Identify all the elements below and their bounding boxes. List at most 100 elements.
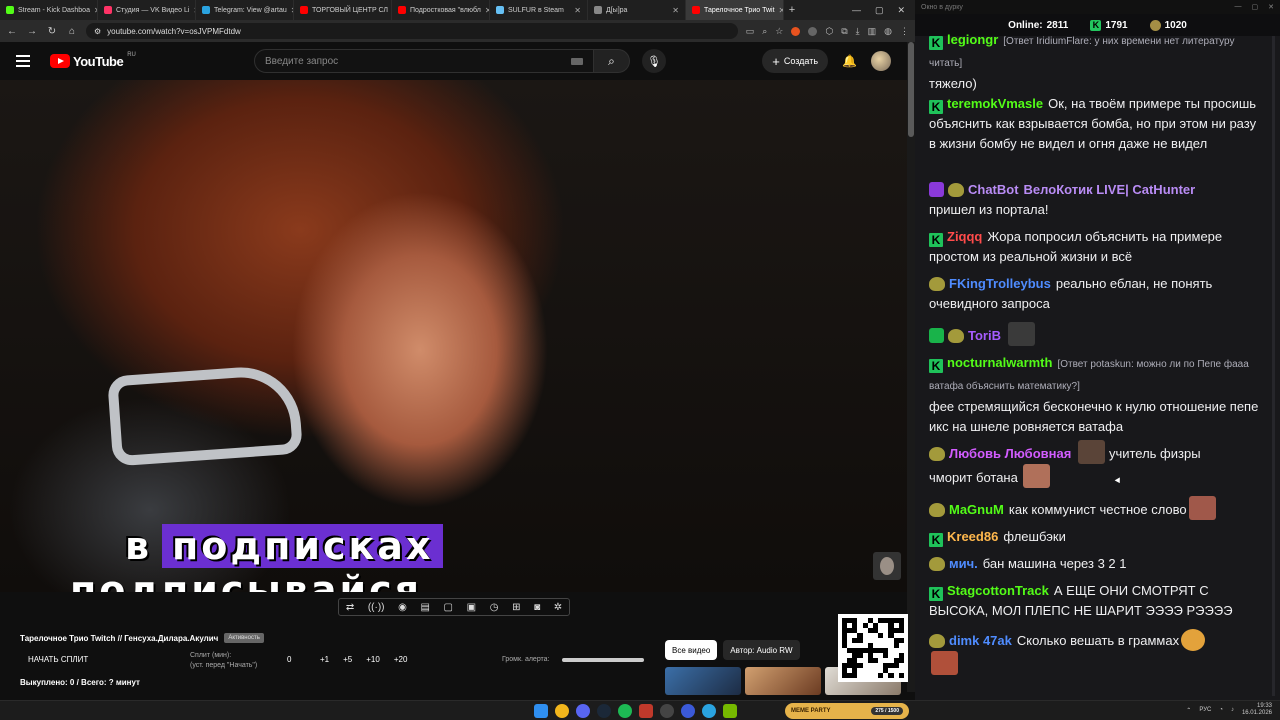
back-icon[interactable]: ← — [6, 26, 18, 37]
minimize-icon[interactable]: — — [1235, 3, 1242, 11]
loop-icon[interactable]: ⇄ — [346, 602, 354, 613]
media-player-icon[interactable] — [681, 704, 695, 718]
search-button[interactable]: ⌕ — [594, 49, 630, 73]
tray-chevron-icon[interactable]: ⌃ — [1186, 707, 1191, 714]
search-input[interactable]: Введите запрос — [254, 49, 594, 73]
windows-start-icon[interactable] — [534, 704, 548, 718]
split-value-input[interactable]: 0 — [287, 655, 291, 664]
close-icon[interactable]: ✕ — [1268, 3, 1274, 11]
cast-icon[interactable]: ▭ — [746, 26, 755, 37]
voice-search-button[interactable]: 🎙 — [642, 49, 666, 73]
plus-icon: + — [772, 53, 780, 69]
browser-tab[interactable]: Подростковая "влюбл✕ — [392, 0, 490, 20]
volume-icon[interactable]: ♪ — [1231, 707, 1234, 713]
frame-icon[interactable]: ▢ — [444, 602, 453, 613]
profile-icon[interactable]: ◍ — [884, 26, 892, 37]
spotify-icon[interactable] — [618, 704, 632, 718]
nvidia-icon[interactable] — [723, 704, 737, 718]
extension-icon[interactable] — [791, 26, 801, 36]
chat-username[interactable]: nocturnalwarmth — [947, 355, 1052, 370]
create-button[interactable]: + Создать — [762, 49, 829, 73]
chat-username[interactable]: ChatBot — [968, 182, 1019, 197]
hamburger-icon[interactable] — [16, 55, 30, 67]
language-indicator[interactable]: РУС — [1199, 707, 1211, 713]
steam-icon[interactable] — [597, 704, 611, 718]
sidebar-icon[interactable]: ▥ — [868, 26, 877, 37]
chat-username[interactable]: Ziqqq — [947, 229, 982, 244]
download-icon[interactable]: ⤓ — [856, 26, 860, 37]
all-videos-button[interactable]: Все видео — [665, 640, 718, 660]
menu-icon[interactable]: ⋮ — [900, 26, 909, 37]
chat-username[interactable]: legiongr — [947, 32, 998, 47]
address-bar[interactable]: ⚙ youtube.com/watch?v=osJVPMFdtdw — [86, 23, 738, 39]
extension-icon[interactable] — [808, 26, 818, 36]
settings-gear-icon[interactable]: ✲ — [554, 602, 562, 613]
discord-icon[interactable] — [576, 704, 590, 718]
puzzle-icon[interactable]: ⧉ — [841, 26, 847, 37]
browser-tab[interactable]: Telegram: View @artau✕ — [196, 0, 294, 20]
add-10-button[interactable]: +10 — [366, 655, 380, 664]
extension-icon[interactable]: ⬡ — [825, 26, 833, 37]
avatar[interactable] — [871, 51, 891, 71]
browser-tab[interactable]: SULFUR в Steam ✕ — [490, 0, 588, 20]
browser-tab[interactable]: Студия — VK Видео Li✕ — [98, 0, 196, 20]
network-icon[interactable]: ◔ — [1219, 707, 1223, 713]
pip-icon[interactable]: ▣ — [467, 602, 476, 613]
notifications-bell-icon[interactable]: 🔔 — [842, 54, 857, 68]
chrome-icon[interactable] — [555, 704, 569, 718]
telegram-icon[interactable] — [702, 704, 716, 718]
youtube-logo[interactable]: YouTube RU — [50, 52, 136, 69]
site-info-icon[interactable]: ⚙ — [94, 27, 101, 36]
clapper-icon[interactable]: ▤ — [420, 602, 429, 613]
page-scrollbar[interactable] — [907, 42, 915, 692]
eye-icon[interactable]: ◉ — [398, 602, 407, 613]
clock[interactable]: 19:33 16.01.2026 — [1242, 703, 1272, 717]
alert-volume-slider[interactable] — [562, 658, 644, 662]
close-icon[interactable]: ✕ — [672, 6, 679, 15]
activity-badge[interactable]: Активность — [224, 633, 264, 643]
channel-watermark[interactable] — [873, 552, 901, 580]
chat-scrollbar[interactable] — [1272, 36, 1275, 696]
author-filter-button[interactable]: Автор: Audio RW — [723, 640, 800, 660]
zoom-icon[interactable]: ⌕ — [762, 26, 767, 37]
broadcast-icon[interactable]: ((·)) — [368, 602, 385, 613]
scrollbar-thumb[interactable] — [908, 42, 914, 137]
add-20-button[interactable]: +20 — [394, 655, 408, 664]
keyboard-icon[interactable] — [571, 57, 583, 65]
add-1-button[interactable]: +1 — [320, 655, 329, 664]
new-tab-button[interactable]: + — [784, 4, 800, 16]
minimize-icon[interactable]: — — [852, 5, 861, 16]
chat-username[interactable]: FKingTrolleybus — [949, 276, 1051, 291]
browser-tab[interactable]: Д[ы]ра ✕ — [588, 0, 686, 20]
meme-party-widget[interactable]: MEME PARTY 275 / 1500 — [785, 703, 909, 719]
forward-icon[interactable]: → — [26, 26, 38, 37]
add-icon[interactable]: ⊞ — [512, 602, 520, 613]
start-split-button[interactable]: НАЧАТЬ СПЛИТ — [28, 655, 88, 664]
home-icon[interactable]: ⌂ — [66, 26, 78, 37]
close-icon[interactable]: ✕ — [574, 6, 581, 15]
chat-username[interactable]: StagcottonTrack — [947, 583, 1049, 598]
chat-username[interactable]: teremokVmasle — [947, 96, 1043, 111]
chat-username[interactable]: мич. — [949, 556, 978, 571]
browser-tab[interactable]: Stream - Kick Dashboa✕ — [0, 0, 98, 20]
chat-username[interactable]: ToriB — [968, 328, 1001, 343]
maximize-icon[interactable]: ▢ — [875, 5, 884, 16]
app-icon[interactable] — [639, 704, 653, 718]
browser-tab-active[interactable]: Тарелочное Трио Twit✕ — [686, 0, 784, 20]
video-player[interactable]: в подписках подписывайся — [0, 80, 907, 592]
add-5-button[interactable]: +5 — [343, 655, 352, 664]
video-thumbnail[interactable] — [665, 667, 741, 695]
speed-icon[interactable]: ◷ — [490, 602, 499, 613]
chat-username[interactable]: Любовь Любовная — [949, 446, 1071, 461]
bookmark-icon[interactable]: ☆ — [775, 26, 783, 37]
reload-icon[interactable]: ↻ — [46, 26, 58, 37]
video-thumbnail[interactable] — [745, 667, 821, 695]
maximize-icon[interactable]: ▢ — [1252, 3, 1259, 11]
browser-tab[interactable]: ТОРГОВЫЙ ЦЕНТР СЛ✕ — [294, 0, 392, 20]
chat-username[interactable]: Kreed86 — [947, 529, 998, 544]
screenshot-icon[interactable]: ◙ — [534, 602, 540, 613]
chat-username[interactable]: MaGnuM — [949, 502, 1004, 517]
obs-icon[interactable] — [660, 704, 674, 718]
chat-username[interactable]: dimk 47ak — [949, 633, 1012, 648]
close-window-icon[interactable]: ✕ — [897, 5, 905, 16]
